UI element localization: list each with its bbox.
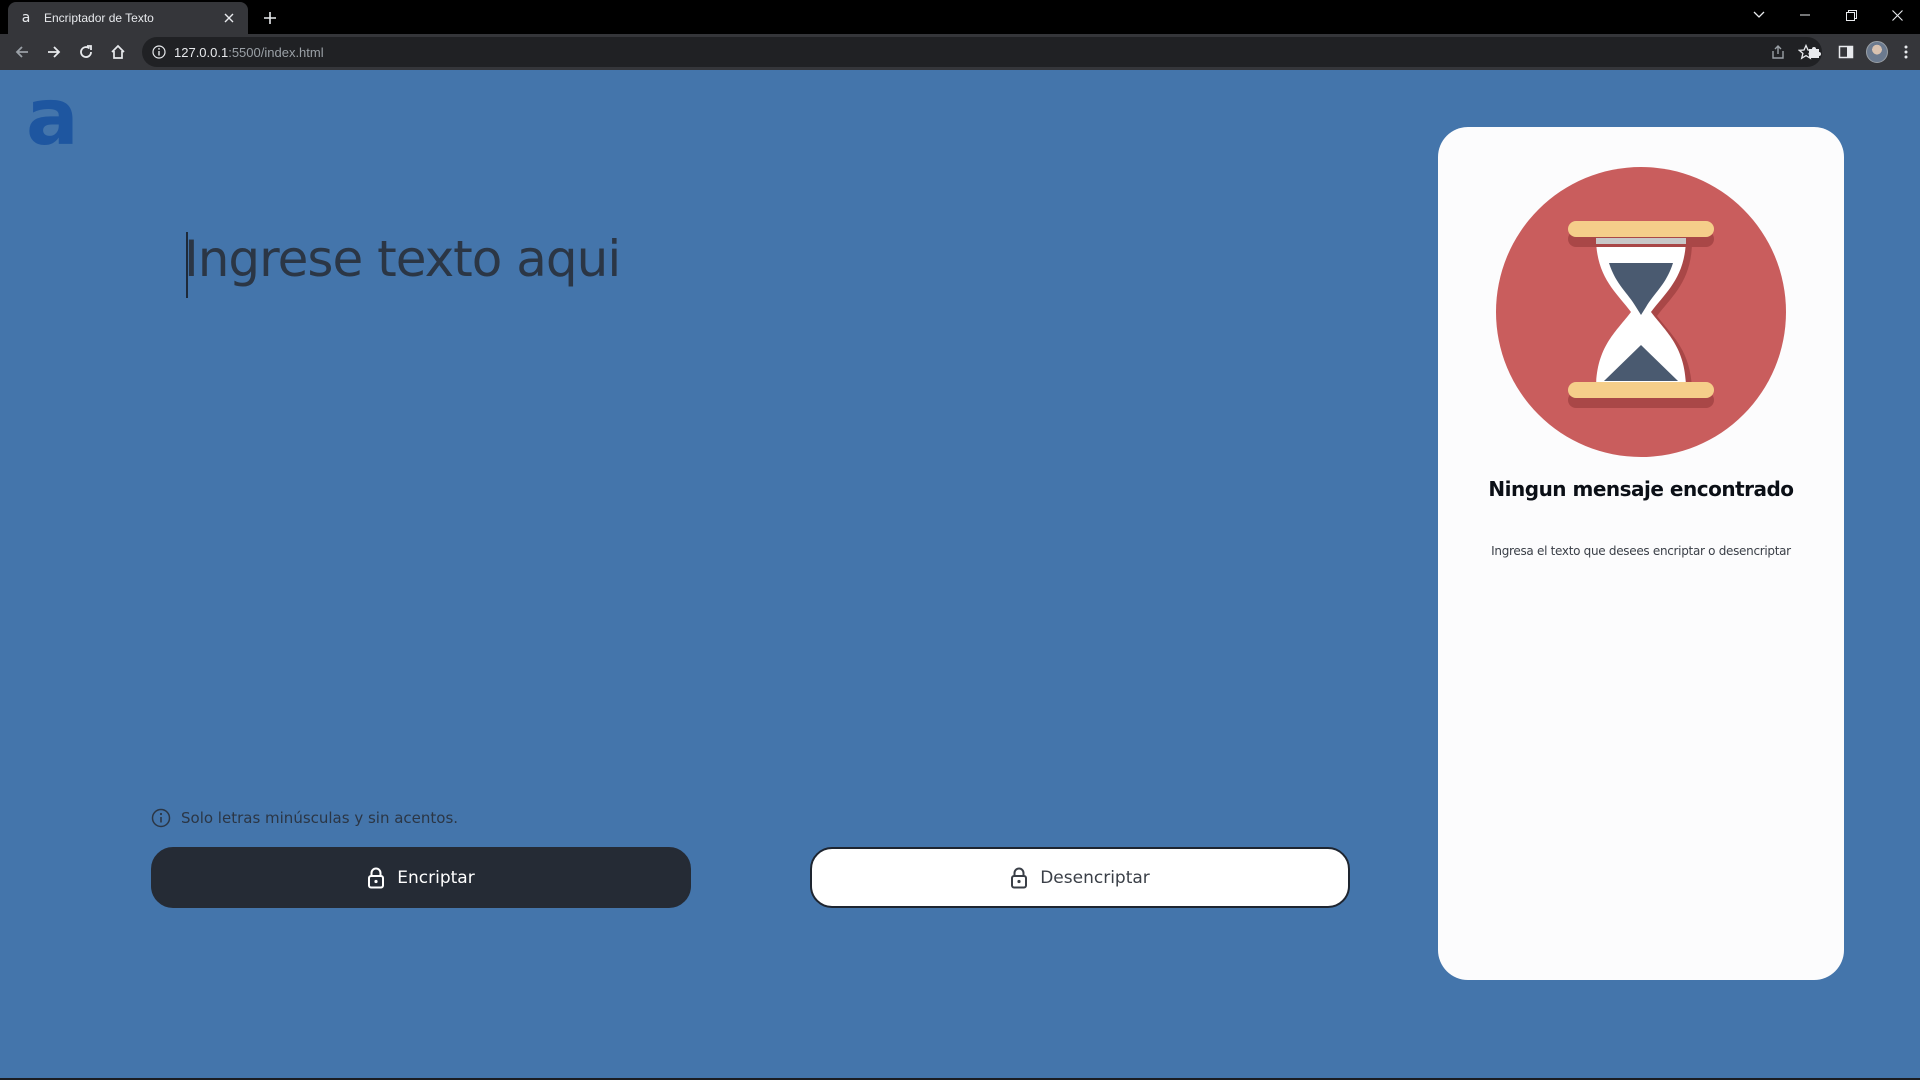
- url-path: :5500/index.html: [228, 44, 324, 60]
- hourglass-icon: [1496, 167, 1786, 457]
- text-caret: [186, 232, 188, 298]
- info-icon: [151, 808, 171, 828]
- empty-state-title: Ningun mensaje encontrado: [1488, 477, 1794, 501]
- minimize-button[interactable]: [1782, 0, 1828, 30]
- tab-favicon-icon: a: [21, 10, 31, 26]
- app-page: a Solo letras minúsculas y sin acentos. …: [0, 70, 1920, 1078]
- encrypt-button[interactable]: Encriptar: [151, 847, 691, 908]
- hint-text: Solo letras minúsculas y sin acentos.: [181, 809, 459, 827]
- extensions-puzzle-icon[interactable]: [1802, 44, 1826, 60]
- lock-icon: [1010, 867, 1028, 889]
- profile-avatar[interactable]: [1866, 41, 1888, 63]
- reload-icon[interactable]: [70, 36, 102, 68]
- close-icon[interactable]: [220, 9, 238, 27]
- home-icon[interactable]: [102, 36, 134, 68]
- toolbar-extensions: [1802, 36, 1916, 68]
- decrypt-button[interactable]: Desencriptar: [810, 847, 1350, 908]
- side-panel-icon[interactable]: [1834, 44, 1858, 60]
- browser-menu-icon[interactable]: [1896, 44, 1916, 60]
- browser-toolbar: 127.0.0.1 :5500/index.html: [0, 34, 1920, 70]
- app-logo: a: [26, 73, 79, 163]
- share-icon[interactable]: [1770, 44, 1786, 60]
- url-host: 127.0.0.1: [174, 44, 229, 60]
- window-controls: [1736, 0, 1920, 30]
- close-window-button[interactable]: [1874, 0, 1920, 30]
- decrypt-button-label: Desencriptar: [1040, 867, 1150, 888]
- tab-title: Encriptador de Texto: [44, 11, 154, 25]
- encrypt-button-label: Encriptar: [397, 867, 475, 888]
- empty-state-subtitle: Ingresa el texto que desees encriptar o …: [1491, 544, 1791, 558]
- new-tab-button[interactable]: [258, 6, 282, 30]
- site-info-icon[interactable]: [152, 45, 166, 59]
- input-hint: Solo letras minúsculas y sin acentos.: [151, 808, 458, 828]
- browser-tab[interactable]: a Encriptador de Texto: [8, 2, 248, 34]
- restore-button[interactable]: [1828, 0, 1874, 30]
- text-input[interactable]: [184, 230, 1334, 650]
- forward-icon[interactable]: [38, 36, 70, 68]
- tab-search-icon[interactable]: [1736, 0, 1782, 30]
- address-bar[interactable]: 127.0.0.1 :5500/index.html: [142, 37, 1822, 67]
- result-panel: Ningun mensaje encontrado Ingresa el tex…: [1438, 127, 1844, 980]
- lock-icon: [367, 867, 385, 889]
- back-icon[interactable]: [6, 36, 38, 68]
- browser-tab-strip: a Encriptador de Texto: [0, 0, 1920, 34]
